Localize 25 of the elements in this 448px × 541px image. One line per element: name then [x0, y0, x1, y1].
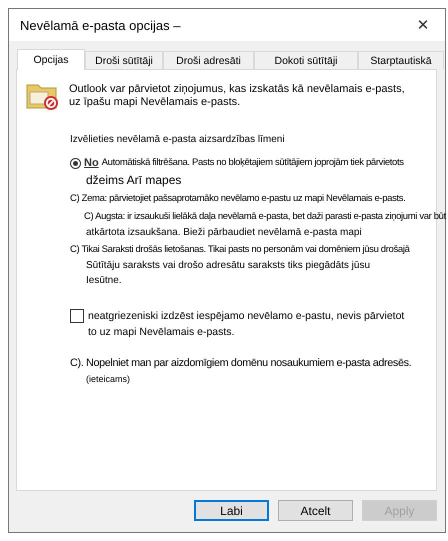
window-title: Nevēlamā e-pasta opcijas –: [20, 18, 180, 32]
option-text: atkārtota izsaukšana. Bieži pārbaudiet nevēlamā e-pasta mapi: [86, 227, 362, 238]
option-text: Automātiskā filtrēšana. Pasts no bloķētajiem sūtītājiem joprojām tiek pārvietots: [102, 157, 404, 169]
tab[interactable]: Dokoti sūtītāji: [254, 51, 358, 69]
checkbox[interactable]: [70, 309, 84, 323]
option-text: C) Augsta: ir izsaukuši lielākā daļa nevēlamā e-pasta, bet daži parasti e-pasta ziņojumi var būt: [84, 211, 446, 223]
dialog-button[interactable]: Labi: [194, 500, 269, 521]
option-note: (ieteicams): [86, 374, 132, 384]
close-button[interactable]: ✕: [401, 10, 445, 40]
tab[interactable]: Droši adresāti: [163, 51, 254, 69]
option-text: C). Nopelniet man par aizdomīgiem domēnu nosaukumiem e-pasta adresēs.: [70, 356, 412, 370]
option-text: C) Zema: pārvietojiet pašsaprotamāko nevēlamo e-pastu uz mapi Nevēlamais e-pasts.: [70, 193, 406, 205]
checkbox-label[interactable]: neatgriezeniski izdzēst iespējamo nevēlamo e-pastu, nevis pārvietot to uz mapi Nevēlamais e-pasts.: [88, 308, 408, 340]
level-heading: Izvēlieties nevēlamā e-pasta aizsardzības līmeni: [70, 134, 286, 145]
option-text: Sūtītāju saraksts vai drošo adresātu saraksts tiks piegādāts jūsu: [86, 260, 372, 271]
radio-label[interactable]: No: [84, 157, 99, 169]
intro-text: Outlook var pārvietot ziņojumus, kas izskatās kā nevēlamais e-pasts, uz īpašu mapi Nevēlamais e-pasts.: [69, 83, 406, 109]
tab[interactable]: Opcijas: [17, 49, 85, 70]
tab[interactable]: Starptautiskā: [358, 51, 444, 69]
option-text: Iesūtne.: [86, 275, 123, 286]
option-text: džeims Arī mapes: [86, 173, 182, 187]
radio-button[interactable]: [70, 158, 81, 168]
dialog-button[interactable]: Atcelt: [278, 500, 353, 521]
tab[interactable]: Droši sūtītāji: [85, 51, 163, 69]
option-text: C) Tikai Saraksti drošās lietošanas. Tikai pasts no personām vai domēniem jūsu drošajā: [70, 244, 411, 256]
